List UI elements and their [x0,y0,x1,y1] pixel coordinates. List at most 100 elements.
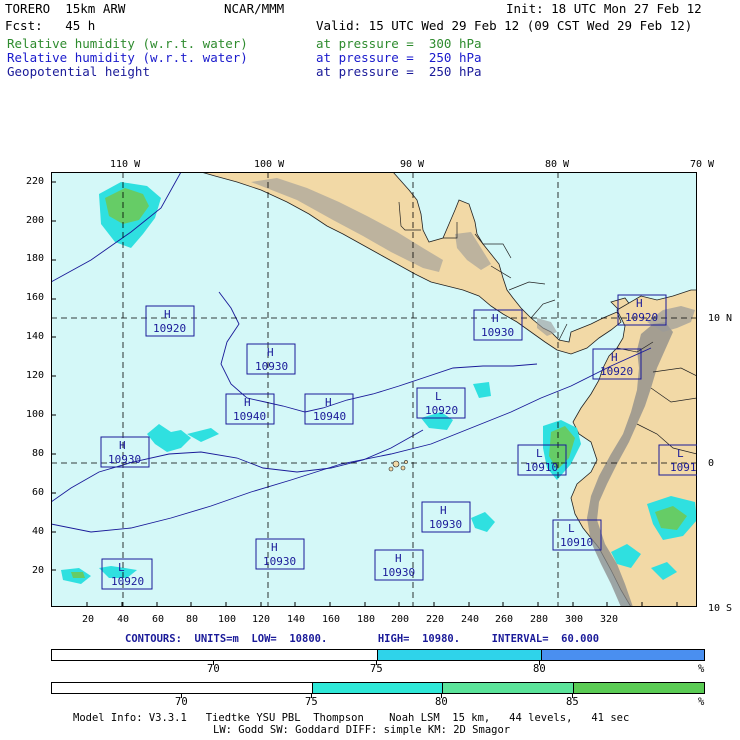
y-tick: 220 [26,176,45,187]
colorbar-segment [312,683,444,693]
x-tick: 320 [600,614,619,625]
x-tick: 240 [461,614,480,625]
center-type: H [611,351,618,364]
colorbar-label: 75 [370,663,383,675]
center-value: 10930 [263,555,296,568]
colorbar-segment [52,683,313,693]
center-type: H [271,541,278,554]
model-info: Model Info: V3.3.1 Tiedtke YSU PBL Thomp… [73,712,630,724]
center-type: H [267,346,274,359]
x-tick: 140 [287,614,306,625]
y-tick: 180 [26,253,45,264]
center-type: L [118,561,125,574]
field-3-name: Geopotential height [7,64,150,79]
colorbar-label: 85 [566,696,579,708]
colorbar-label: 70 [207,663,220,675]
center-value: 10920 [425,404,458,417]
colorbar-label: 75 [305,696,318,708]
y-tick: 40 [32,526,45,537]
lon-label-80w: 80 W [545,159,570,170]
y-tick: 160 [26,292,45,303]
colorbar-300hpa [51,682,705,694]
center-value: 10940 [313,410,346,423]
x-tick: 60 [152,614,165,625]
x-tick: 40 [117,614,130,625]
model-title: TORERO 15km ARW [5,1,126,16]
lat-label-10s: 10 S [708,603,733,614]
center-value: 10920 [111,575,144,588]
colorbar-unit: % [698,663,705,675]
center-type: L [536,447,543,460]
colorbar-segment [378,650,542,660]
y-tick: 20 [32,565,45,576]
colorbar-segment [443,683,575,693]
center-value: 10930 [429,518,462,531]
field-3-level: at pressure = 250 hPa [316,64,482,79]
center-type: H [492,312,499,325]
center-type: H [119,439,126,452]
center-type: H [325,396,332,409]
colorbar-label: 80 [435,696,448,708]
lat-label-0: 0 [708,458,715,469]
colorbar-segment [52,650,378,660]
organization: NCAR/MMM [224,1,285,16]
center-value: 1091 [670,461,697,474]
center-type: H [440,504,447,517]
y-tick: 200 [26,215,45,226]
x-tick: 180 [357,614,376,625]
center-type: H [244,396,251,409]
colorbar-segment [541,650,704,660]
field-1-name: Relative humidity (w.r.t. water) [7,36,248,51]
field-2-name: Relative humidity (w.r.t. water) [7,50,248,65]
center-value: 10920 [153,322,186,335]
y-tick: 140 [26,331,45,342]
x-tick: 220 [426,614,445,625]
center-value: 10910 [560,536,593,549]
center-type: L [677,447,684,460]
y-tick: 60 [32,487,45,498]
center-type: H [395,552,402,565]
center-value: 10930 [108,453,141,466]
center-type: L [568,522,575,535]
physics-info: LW: Godd SW: Goddard DIFF: simple KM: 2D… [213,724,511,736]
x-tick: 260 [495,614,514,625]
center-type: L [435,390,442,403]
y-tick: 80 [32,448,45,459]
center-type: H [164,308,171,321]
x-tick: 280 [530,614,549,625]
lon-label-90w: 90 W [400,159,425,170]
x-tick: 120 [252,614,271,625]
lat-label-10n: 10 N [708,313,733,324]
x-tick: 160 [322,614,341,625]
lon-label-100w: 100 W [254,159,285,170]
x-tick: 20 [82,614,95,625]
x-tick: 80 [186,614,199,625]
x-tick: 300 [565,614,584,625]
lon-label-110w: 110 W [110,159,141,170]
center-value: 10920 [625,311,658,324]
center-value: 10930 [481,326,514,339]
colorbar-segment [574,683,704,693]
center-value: 10930 [255,360,288,373]
y-tick: 120 [26,370,45,381]
colorbar-label: 70 [175,696,188,708]
x-tick: 200 [391,614,410,625]
forecast-hour: Fcst: 45 h [5,18,96,33]
colorbar-250hpa [51,649,705,661]
center-value: 10910 [525,461,558,474]
center-value: 10930 [382,566,415,579]
field-1-level: at pressure = 300 hPa [316,36,482,51]
contour-info: CONTOURS: UNITS=m LOW= 10800. HIGH= 1098… [125,633,600,645]
lon-label-70w: 70 W [690,159,715,170]
x-tick: 100 [218,614,237,625]
center-type: H [636,297,643,310]
valid-time: Valid: 15 UTC Wed 29 Feb 12 (09 CST Wed … [316,18,693,33]
init-time: Init: 18 UTC Mon 27 Feb 12 [506,1,702,16]
center-value: 10920 [600,365,633,378]
field-2-level: at pressure = 250 hPa [316,50,482,65]
forecast-map: H10920 H10930 H10940 H10940 L10920 H1093… [51,172,697,607]
colorbar-label: 80 [533,663,546,675]
colorbar-unit: % [698,696,705,708]
center-value: 10940 [233,410,266,423]
y-tick: 100 [26,409,45,420]
